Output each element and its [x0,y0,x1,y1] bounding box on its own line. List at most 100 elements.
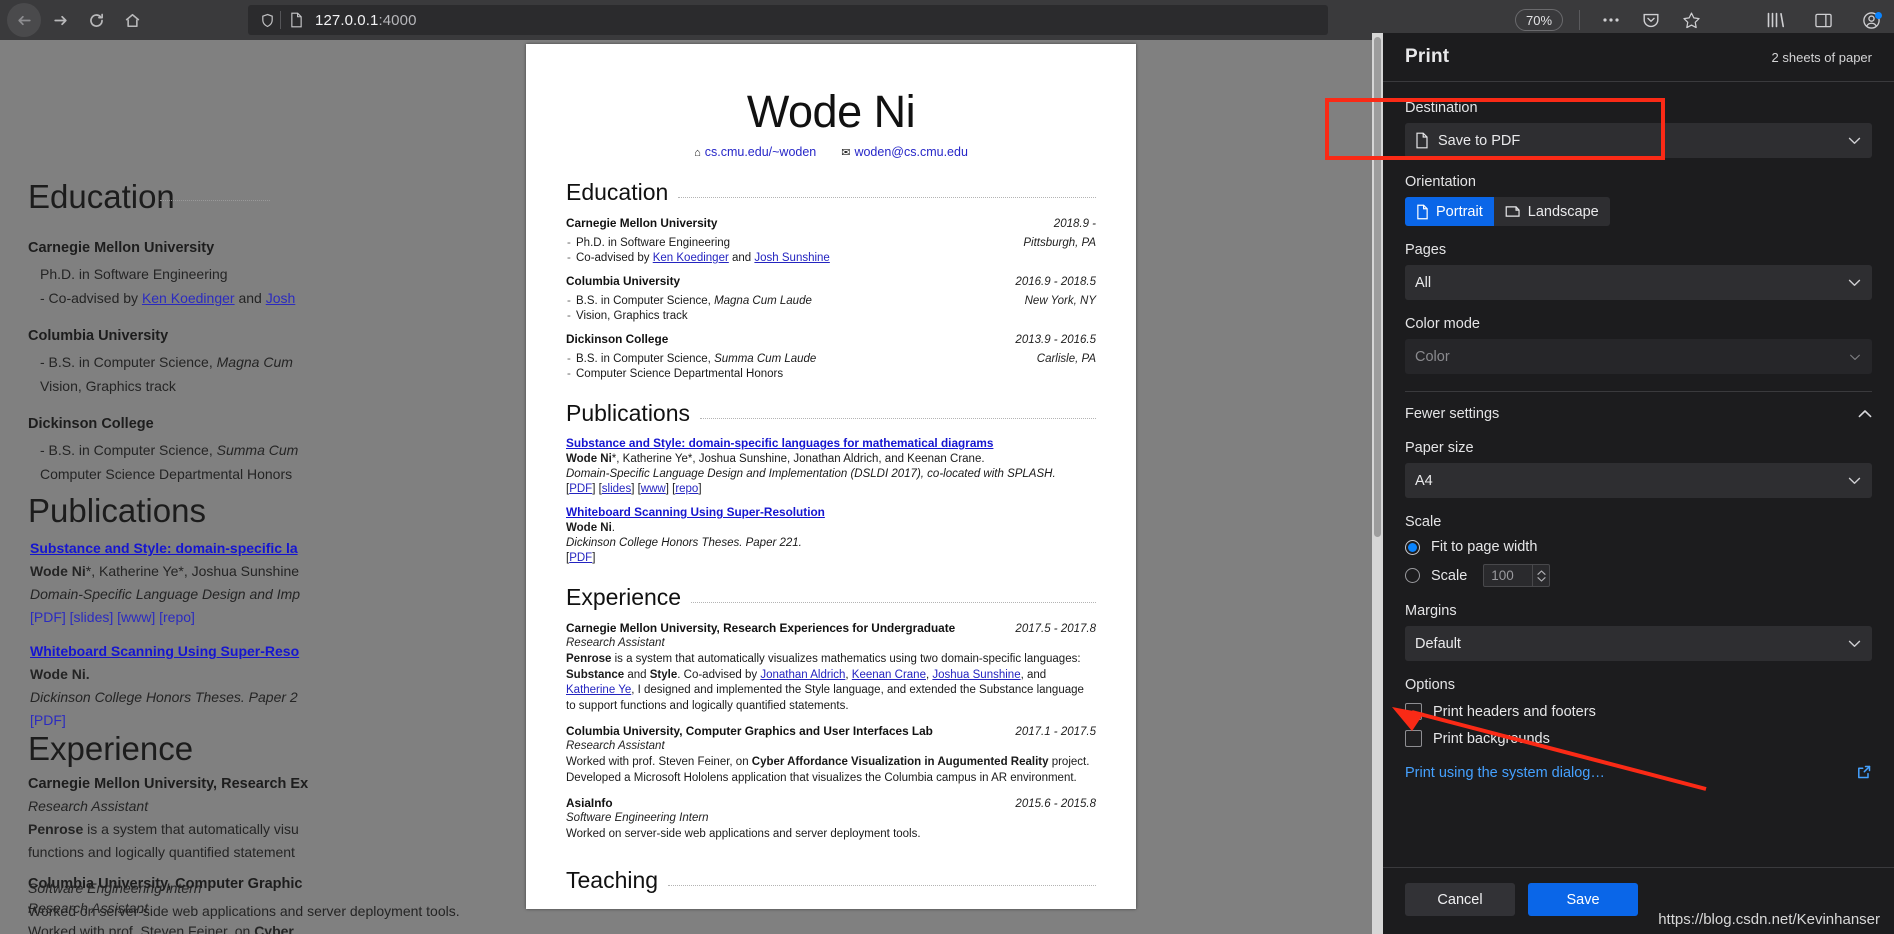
margins-select[interactable]: Default [1405,626,1872,661]
org-name: Columbia University [566,274,681,289]
fewer-settings-label: Fewer settings [1405,406,1500,422]
link-www[interactable]: www [641,483,666,495]
option-label: Print backgrounds [1433,730,1550,747]
chevron-down-icon [1848,636,1861,652]
publication-authors: Wode Ni*, Katherine Ye*, Joshua Sunshine… [566,453,985,466]
star-icon[interactable] [1678,7,1704,33]
envelope-icon: ✉ [841,147,851,160]
org-date: 2018.9 - [1053,218,1096,231]
page-scrollbar-thumb[interactable] [1374,37,1381,537]
save-button[interactable]: Save [1528,883,1638,916]
orientation-label: Orientation [1405,174,1476,190]
publication-title[interactable]: Substance and Style: domain-specific lan… [566,436,1096,450]
paper-size-select[interactable]: A4 [1405,463,1872,498]
radio-fit-to-page-width[interactable] [1405,539,1420,555]
under-pub-title: Substance and Style: domain-specific la [30,540,298,556]
section-heading-publications: Publications [566,400,1096,427]
margins-label: Margins [1405,603,1457,619]
org-name: Dickinson College [566,332,669,347]
watermark-text: https://blog.csdn.net/Kevinhanser [1658,911,1880,928]
home-icon: ⌂ [694,147,701,160]
zoom-level-badge[interactable]: 70% [1515,9,1564,31]
sidebar-icon[interactable] [1810,7,1836,33]
cv-email[interactable]: woden@cs.cmu.edu [854,145,967,159]
job-date: 2017.1 - 2017.5 [1015,726,1096,739]
link-jonathan-aldrich[interactable]: Jonathan Aldrich [760,669,845,681]
account-notification-dot [1875,12,1882,19]
pages-value: All [1415,274,1432,291]
under-line: Computer Science Departmental Honors [40,466,293,482]
job-date: 2017.5 - 2017.8 [1015,623,1096,636]
radio-custom-scale[interactable] [1405,568,1420,583]
link-pdf[interactable]: PDF [569,552,592,564]
cv-contact: ⌂ cs.cmu.edu/~woden ✉ woden@cs.cmu.edu [566,145,1096,159]
cv-name: Wode Ni [746,86,916,137]
page-scrollbar[interactable] [1372,33,1383,934]
link-slides[interactable]: slides [602,483,631,495]
link-keenan-crane[interactable]: Keenan Crane [852,669,926,681]
checkbox-print-backgrounds[interactable] [1405,730,1422,747]
url-bar[interactable]: 127.0.0.1:4000 [248,5,1328,35]
option-print-headers-and-footers[interactable]: Print headers and footers [1405,703,1872,720]
link-repo[interactable]: repo [675,483,698,495]
chevron-down-icon [1848,133,1861,149]
orientation-landscape-button[interactable]: Landscape [1493,197,1610,226]
under-line: Worked with prof. Steven Feiner, on Cybe… [28,923,294,934]
education-entry: Dickinson College 2013.9 - 2016.5 B.S. in… [566,332,1096,380]
library-icon[interactable] [1762,7,1788,33]
scale-value[interactable]: 100 [1484,568,1532,583]
orientation-portrait-label: Portrait [1436,203,1483,220]
publication-item: Whiteboard Scanning Using Super-Resoluti… [566,505,1096,564]
orientation-landscape-label: Landscape [1527,203,1599,220]
publication-venue: Domain-Specific Language Design and Impl… [566,468,1056,481]
margins-value: Default [1415,635,1461,652]
home-button[interactable] [115,3,149,37]
publication-links: [PDF] [566,552,596,565]
under-pub-authors: Wode Ni*, Katherine Ye*, Joshua Sunshine [30,563,300,579]
link-joshua-sunshine[interactable]: Joshua Sunshine [932,669,1020,681]
print-dialog-panel: Print 2 sheets of paper Destination Save… [1372,33,1894,934]
under-heading-publications: Publications [28,492,206,529]
link-josh-sunshine[interactable]: Josh Sunshine [754,252,829,264]
job-description: Penrose is a system that automatically v… [566,653,1084,712]
destination-select[interactable]: Save to PDF [1405,123,1872,158]
under-heading-education: Education [28,178,175,215]
pages-select[interactable]: All [1405,265,1872,300]
account-icon[interactable] [1858,7,1884,33]
cancel-button[interactable]: Cancel [1405,883,1515,916]
external-link-icon [1856,764,1872,785]
scale-stepper[interactable]: 100 [1483,564,1551,587]
url-text[interactable]: 127.0.0.1:4000 [315,12,417,29]
link-pdf[interactable]: PDF [569,483,592,495]
shield-icon[interactable] [256,13,278,28]
color-mode-select[interactable]: Color [1405,339,1872,374]
stepper-arrows-icon[interactable] [1532,565,1549,586]
orientation-portrait-button[interactable]: Portrait [1405,197,1494,226]
option-print-backgrounds[interactable]: Print backgrounds [1405,730,1872,747]
back-button[interactable] [7,3,41,37]
job-date: 2015.6 - 2015.8 [1015,798,1096,811]
print-using-system-dialog-link[interactable]: Print using the system dialog… [1405,764,1872,785]
print-panel-body: Destination Save to PDF Orientation Port… [1383,82,1894,867]
cv-website[interactable]: cs.cmu.edu/~woden [705,145,817,159]
print-preview-area: Wode Ni ⌂ cs.cmu.edu/~woden ✉ woden@cs.cmu… [286,40,1383,934]
ellipsis-icon[interactable] [1598,7,1624,33]
job-description: Worked on server-side web applications a… [566,828,921,841]
under-line: functions and logically quantified state… [28,844,295,860]
fewer-settings-toggle[interactable]: Fewer settings [1405,392,1872,424]
reload-button[interactable] [79,3,113,37]
section-heading-experience: Experience [566,584,1096,611]
link-katherine-ye[interactable]: Katherine Ye [566,684,631,696]
scale-custom-option[interactable]: Scale 100 [1405,564,1872,587]
job-org: AsiaInfo [566,796,613,811]
publication-title[interactable]: Whiteboard Scanning Using Super-Resoluti… [566,505,1096,519]
scale-fit-option[interactable]: Fit to page width [1405,539,1872,555]
checkbox-print-headers-and-footers[interactable] [1405,703,1422,720]
forward-button[interactable] [43,3,77,37]
pocket-icon[interactable] [1638,7,1664,33]
job-role: Research Assistant [566,637,665,650]
link-ken-koedinger[interactable]: Ken Koedinger [653,252,729,264]
under-pub-venue: Domain-Specific Language Design and Imp [30,586,301,602]
chevron-down-icon [1849,349,1861,365]
entry-bullet: B.S. in Computer Science, Magna Cum Laud… [566,295,812,307]
